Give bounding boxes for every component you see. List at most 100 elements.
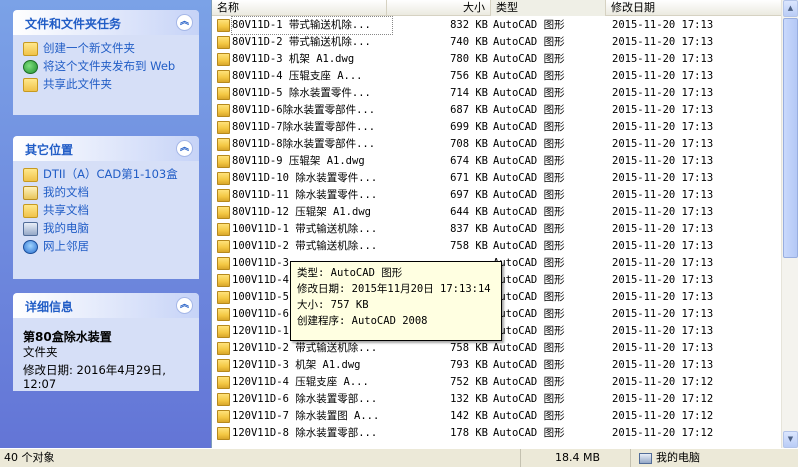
file-size: 780 KB (450, 53, 488, 65)
file-modified: 2015-11-20 17:12 (612, 410, 714, 422)
file-modified: 2015-11-20 17:13 (612, 172, 714, 184)
column-name[interactable]: 名称 (212, 0, 387, 16)
file-row[interactable]: 80V11D-7除水装置零部件... 699 KB AutoCAD 图形 2015-1… (212, 119, 782, 136)
place-network-label: 网上邻居 (43, 239, 89, 253)
cad-file-icon (217, 240, 230, 253)
file-row[interactable]: 80V11D-2 带式输送机除... 740 KB AutoCAD 图形 2015-1… (212, 34, 782, 51)
scroll-down-button[interactable]: ▼ (783, 431, 798, 448)
file-modified: 2015-11-20 17:13 (612, 359, 714, 371)
task-new-folder[interactable]: 创建一个新文件夹 (23, 41, 191, 56)
file-row[interactable]: 80V11D-8除水装置零部件... 708 KB AutoCAD 图形 2015-1… (212, 136, 782, 153)
file-row[interactable]: 80V11D-12 压辊架 A1.dwg 644 KB AutoCAD 图形 2015… (212, 204, 782, 221)
file-type: AutoCAD 图形 (493, 359, 565, 371)
status-location: 我的电脑 (630, 449, 798, 467)
column-modified[interactable]: 修改日期 (606, 0, 782, 16)
column-size[interactable]: 大小 (387, 0, 491, 16)
file-modified: 2015-11-20 17:13 (612, 325, 714, 337)
place-parent-folder-label: DTII（A）CAD第1-103盒 (43, 167, 178, 181)
file-modified: 2015-11-20 17:13 (612, 291, 714, 303)
file-name: 80V11D-9 压辊架 A1.dwg (232, 155, 365, 167)
file-list-pane: 名称 大小 类型 修改日期 80V11D-1 带式输送机除... 832 KB Au… (211, 0, 798, 448)
file-row[interactable]: 80V11D-9 压辊架 A1.dwg 674 KB AutoCAD 图形 2015-… (212, 153, 782, 170)
file-tasks-header[interactable]: 文件和文件夹任务 ︽ (13, 10, 199, 35)
file-row[interactable]: 120V11D-3 机架 A1.dwg 793 KB AutoCAD 图形 2015-… (212, 357, 782, 374)
place-shared-documents-label: 共享文档 (43, 203, 89, 217)
cad-file-icon (217, 359, 230, 372)
file-modified: 2015-11-20 17:13 (612, 121, 714, 133)
details-panel: 详细信息 ︽ 第80盒除水装置 文件夹 修改日期: 2016年4月29日, 12… (13, 293, 199, 391)
cad-file-icon (217, 36, 230, 49)
file-name: 80V11D-11 除水装置零件... (232, 189, 378, 201)
file-size: 756 KB (450, 70, 488, 82)
file-type: AutoCAD 图形 (493, 325, 565, 337)
file-tasks-panel: 文件和文件夹任务 ︽ 创建一个新文件夹 将这个文件夹发布到 Web 共享此文件夹 (13, 10, 199, 115)
cad-file-icon (217, 291, 230, 304)
file-modified: 2015-11-20 17:13 (612, 104, 714, 116)
file-row[interactable]: 80V11D-10 除水装置零件... 671 KB AutoCAD 图形 2015-… (212, 170, 782, 187)
file-row[interactable]: 80V11D-4 压辊支座 A... 756 KB AutoCAD 图形 2015-1… (212, 68, 782, 85)
file-size: 793 KB (450, 359, 488, 371)
file-name: 80V11D-12 压辊架 A1.dwg (232, 206, 371, 218)
place-my-computer[interactable]: 我的电脑 (23, 221, 191, 236)
file-type: AutoCAD 图形 (493, 274, 565, 286)
place-shared-documents[interactable]: 共享文档 (23, 203, 191, 218)
file-name: 120V11D-8 除水装置零部... (232, 427, 378, 439)
scroll-thumb[interactable] (783, 18, 798, 258)
file-type: AutoCAD 图形 (493, 36, 565, 48)
vertical-scrollbar[interactable]: ▲ ▼ (781, 0, 798, 448)
details-header[interactable]: 详细信息 ︽ (13, 293, 199, 318)
file-row[interactable]: 100V11D-2 带式输送机除... 758 KB AutoCAD 图形 2015-… (212, 238, 782, 255)
file-size: 837 KB (450, 223, 488, 235)
cad-file-icon (217, 393, 230, 406)
status-bar: 40 个对象 18.4 MB 我的电脑 (0, 448, 798, 467)
file-modified: 2015-11-20 17:13 (612, 138, 714, 150)
task-new-folder-label: 创建一个新文件夹 (43, 41, 135, 55)
file-row[interactable]: 120V11D-4 压辊支座 A... 752 KB AutoCAD 图形 2015-… (212, 374, 782, 391)
place-my-computer-label: 我的电脑 (43, 221, 89, 235)
file-row[interactable]: 100V11D-1 带式输送机除... 837 KB AutoCAD 图形 2015-… (212, 221, 782, 238)
file-name: 120V11D-2 带式输送机除... (232, 342, 378, 354)
scroll-up-button[interactable]: ▲ (783, 0, 798, 17)
file-modified: 2015-11-20 17:13 (612, 53, 714, 65)
task-share-folder[interactable]: 共享此文件夹 (23, 77, 191, 92)
other-places-header[interactable]: 其它位置 ︽ (13, 136, 199, 161)
details-folder-name: 第80盒除水装置 (23, 330, 112, 344)
file-modified: 2015-11-20 17:13 (612, 240, 714, 252)
file-row[interactable]: 120V11D-7 除水装置图 A... 142 KB AutoCAD 图形 2015… (212, 408, 782, 425)
place-my-documents[interactable]: 我的文档 (23, 185, 191, 200)
file-row[interactable]: 80V11D-1 带式输送机除... 832 KB AutoCAD 图形 2015-1… (212, 16, 782, 35)
status-location-label: 我的电脑 (656, 451, 700, 464)
collapse-icon[interactable]: ︽ (176, 297, 193, 314)
my-documents-icon (23, 186, 38, 200)
file-row[interactable]: 120V11D-6 除水装置零部... 132 KB AutoCAD 图形 2015-… (212, 391, 782, 408)
file-name: 80V11D-3 机架 A1.dwg (232, 53, 355, 65)
place-parent-folder[interactable]: DTII（A）CAD第1-103盒 (23, 167, 191, 182)
cad-file-icon (217, 427, 230, 440)
file-row[interactable]: 80V11D-3 机架 A1.dwg 780 KB AutoCAD 图形 2015-1… (212, 51, 782, 68)
file-type: AutoCAD 图形 (493, 189, 565, 201)
file-name: 120V11D-3 机架 A1.dwg (232, 359, 361, 371)
file-row[interactable]: 120V11D-2 带式输送机除... 758 KB AutoCAD 图形 2015-… (212, 340, 782, 357)
collapse-icon[interactable]: ︽ (176, 140, 193, 157)
file-type: AutoCAD 图形 (493, 376, 565, 388)
file-type: AutoCAD 图形 (493, 87, 565, 99)
file-size: 758 KB (450, 240, 488, 252)
file-row[interactable]: 80V11D-6除水装置零部件... 687 KB AutoCAD 图形 2015-1… (212, 102, 782, 119)
file-row[interactable]: 80V11D-11 除水装置零件... 697 KB AutoCAD 图形 2015-… (212, 187, 782, 204)
cad-file-icon (217, 257, 230, 270)
place-network[interactable]: 网上邻居 (23, 239, 191, 254)
file-modified: 2015-11-20 17:13 (612, 206, 714, 218)
cad-file-icon (217, 138, 230, 151)
file-row[interactable]: 80V11D-5 除水装置零件... 714 KB AutoCAD 图形 2015-1… (212, 85, 782, 102)
file-modified: 2015-11-20 17:12 (612, 427, 714, 439)
file-row[interactable]: 120V11D-8 除水装置零部... 178 KB AutoCAD 图形 2015-… (212, 425, 782, 442)
collapse-icon[interactable]: ︽ (176, 14, 193, 31)
file-modified: 2015-11-20 17:13 (612, 308, 714, 320)
cad-file-icon (217, 104, 230, 117)
cad-file-icon (217, 155, 230, 168)
task-publish-web[interactable]: 将这个文件夹发布到 Web (23, 59, 191, 74)
column-type[interactable]: 类型 (491, 0, 606, 16)
share-folder-icon (23, 78, 38, 92)
cad-file-icon (217, 87, 230, 100)
file-size: 752 KB (450, 376, 488, 388)
